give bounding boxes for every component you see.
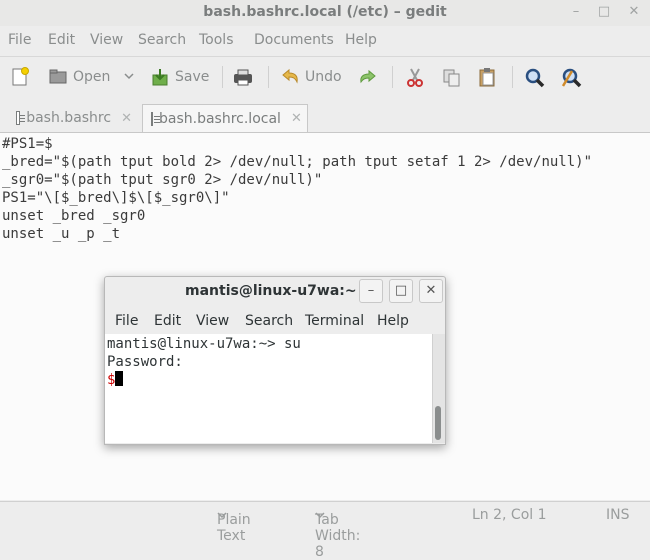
toolbar-separator	[392, 66, 393, 88]
search-replace-icon	[560, 67, 582, 88]
title-bar: bash.bashrc.local (/etc) – gedit – □ ✕	[0, 0, 650, 26]
menu-edit[interactable]: Edit	[48, 32, 75, 48]
status-bar: Plain Text Tab Width: 8 Ln 2, Col 1 INS	[0, 501, 650, 560]
menu-search[interactable]: Search	[138, 32, 186, 48]
editor-line: #PS1=$	[2, 136, 53, 152]
menu-view[interactable]: View	[90, 32, 123, 48]
maximize-button[interactable]: □	[596, 4, 612, 20]
tab-close-icon[interactable]: ✕	[121, 111, 132, 126]
tab-label: bash.bashrc	[26, 110, 112, 126]
text-cursor	[115, 371, 124, 386]
terminal-menu-search[interactable]: Search	[245, 313, 293, 329]
undo-button[interactable]: Undo	[280, 64, 342, 90]
new-document-icon	[10, 67, 30, 87]
language-label: Plain Text	[217, 512, 251, 544]
insert-mode: INS	[606, 507, 630, 523]
minimize-button[interactable]: –	[568, 4, 584, 20]
find-button[interactable]	[524, 64, 545, 90]
cursor-position: Ln 2, Col 1	[472, 507, 547, 523]
terminal-menu-terminal[interactable]: Terminal	[305, 313, 364, 329]
window-title: bash.bashrc.local (/etc) – gedit	[203, 4, 447, 20]
language-selector[interactable]: Plain Text	[217, 507, 251, 544]
save-label: Save	[175, 69, 210, 85]
editor-line: _bred="$(path tput bold 2> /dev/null; pa…	[2, 154, 593, 170]
clipboard-icon	[477, 67, 497, 87]
menu-documents[interactable]: Documents	[254, 32, 334, 48]
scrollbar-thumb[interactable]	[435, 406, 441, 440]
tab-bash-bashrc-local[interactable]: bash.bashrc.local ✕	[142, 104, 308, 132]
editor-line: _sgr0="$(path tput sgr0 2> /dev/null)"	[2, 172, 323, 188]
editor-line: unset _u _p _t	[2, 226, 121, 242]
terminal-output[interactable]: mantis@linux-u7wa:~> su Password: $	[105, 334, 432, 443]
new-document-button[interactable]	[10, 64, 30, 90]
editor-line: PS1="\[$_bred\]$\[$_sgr0\]"	[2, 190, 230, 206]
document-tabs: bash.bashrc ✕ bash.bashrc.local ✕	[0, 100, 650, 133]
terminal-menu-view[interactable]: View	[196, 313, 229, 329]
menu-help[interactable]: Help	[345, 32, 377, 48]
open-label: Open	[73, 69, 111, 85]
terminal-menu-edit[interactable]: Edit	[154, 313, 181, 329]
terminal-menu-bar: File Edit View Search Terminal Help	[105, 309, 445, 333]
terminal-close-button[interactable]: ✕	[419, 279, 443, 303]
save-icon	[150, 67, 170, 87]
menu-file[interactable]: File	[8, 32, 31, 48]
document-icon	[151, 111, 160, 126]
undo-icon	[280, 67, 300, 87]
toolbar-separator	[268, 66, 269, 88]
terminal-window[interactable]: mantis@linux-u7wa:~ – □ ✕ File Edit View…	[104, 276, 446, 445]
redo-icon	[356, 67, 376, 87]
menu-tools[interactable]: Tools	[199, 32, 234, 48]
open-button[interactable]: Open	[48, 64, 135, 90]
terminal-menu-file[interactable]: File	[115, 313, 138, 329]
search-icon	[524, 67, 545, 88]
terminal-title-bar[interactable]: mantis@linux-u7wa:~ – □ ✕	[105, 277, 445, 305]
menu-bar: File Edit View Search Tools Documents He…	[0, 28, 650, 54]
close-button[interactable]: ✕	[626, 4, 642, 20]
editor-line: unset _bred _sgr0	[2, 208, 146, 224]
folder-icon	[48, 67, 68, 87]
cut-button[interactable]	[405, 64, 425, 90]
toolbar: Open Save Undo	[0, 56, 650, 99]
scissors-icon	[405, 67, 425, 87]
save-button[interactable]: Save	[150, 64, 209, 90]
copy-icon	[441, 67, 461, 87]
tab-close-icon[interactable]: ✕	[291, 111, 302, 126]
tab-label: bash.bashrc.local	[159, 110, 281, 127]
find-replace-button[interactable]	[560, 64, 582, 90]
paste-button[interactable]	[477, 64, 497, 90]
terminal-scrollbar[interactable]	[432, 334, 445, 443]
shell-prompt: $	[107, 372, 116, 388]
copy-button[interactable]	[441, 64, 461, 90]
toolbar-separator	[222, 66, 223, 88]
tab-width-label: Tab Width: 8	[315, 512, 361, 560]
tab-bash-bashrc[interactable]: bash.bashrc ✕	[8, 104, 140, 132]
terminal-line: Password:	[107, 354, 183, 370]
terminal-title: mantis@linux-u7wa:~	[185, 283, 357, 299]
tab-width-selector[interactable]: Tab Width: 8	[315, 507, 360, 560]
printer-icon	[232, 67, 252, 87]
terminal-menu-help[interactable]: Help	[377, 313, 409, 329]
redo-button[interactable]	[356, 64, 376, 90]
terminal-maximize-button[interactable]: □	[389, 279, 413, 303]
print-button[interactable]	[232, 64, 252, 90]
toolbar-separator	[512, 66, 513, 88]
undo-label: Undo	[305, 69, 342, 85]
terminal-line: mantis@linux-u7wa:~> su	[107, 336, 301, 352]
chevron-down-icon[interactable]	[123, 69, 135, 85]
document-icon	[16, 111, 26, 125]
terminal-minimize-button[interactable]: –	[359, 279, 383, 303]
